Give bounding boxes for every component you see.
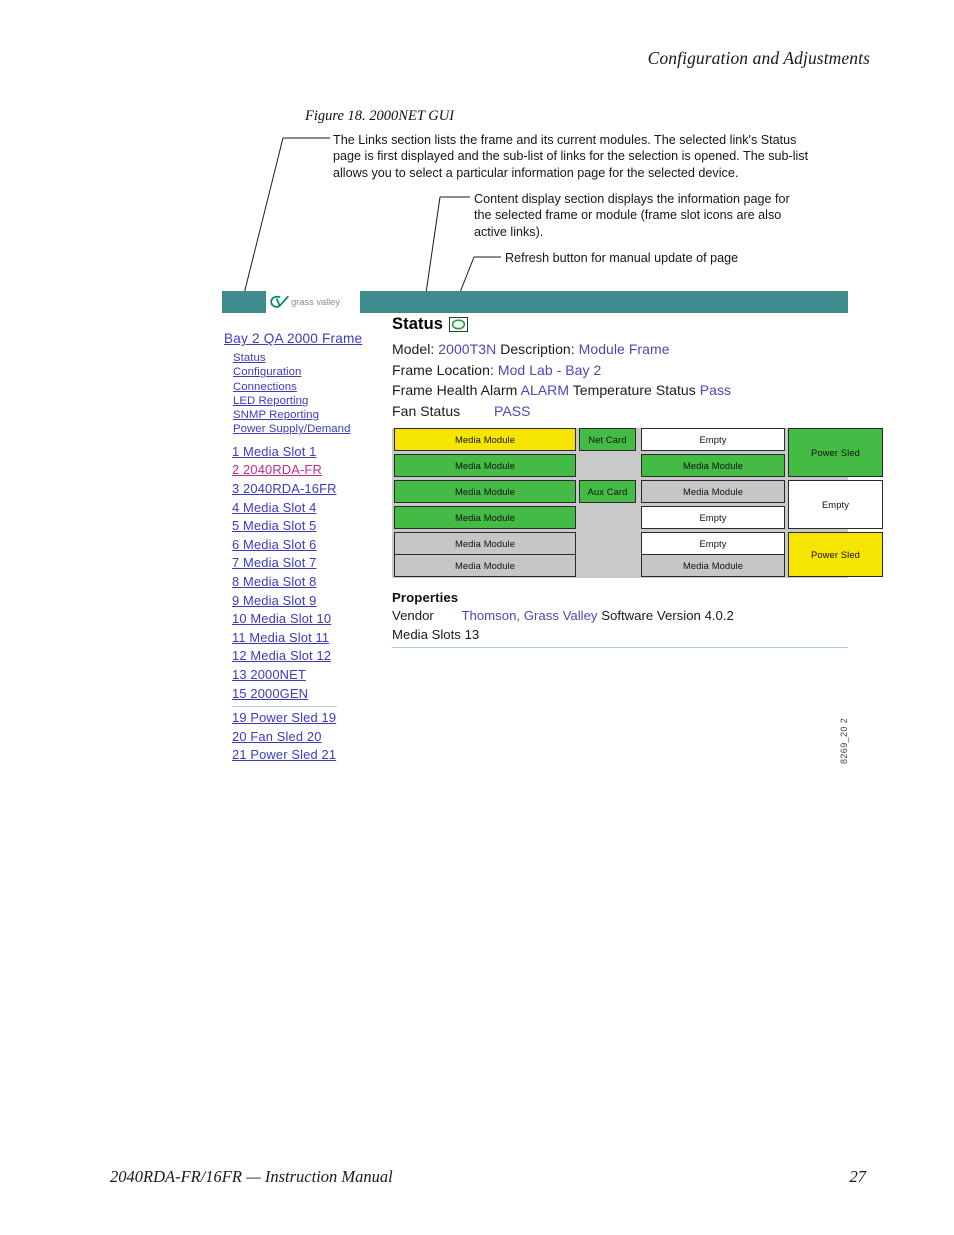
links-divider	[232, 706, 337, 708]
temperature-value: Pass	[699, 382, 732, 398]
link-led-reporting[interactable]: LED Reporting	[233, 394, 392, 408]
slot-right-2[interactable]: Media Module	[641, 454, 785, 477]
temperature-label: Temperature Status	[572, 382, 696, 398]
media-slots-label: Media Slots	[392, 626, 461, 642]
vendor-value: Thomson, Grass Valley	[461, 608, 598, 623]
link-power-sled-21[interactable]: 21 Power Sled 21	[232, 746, 392, 765]
vendor-line: Vendor Thomson, Grass Valley Software Ve…	[392, 607, 848, 626]
status-heading-row: Status	[392, 315, 848, 334]
running-head: Configuration and Adjustments	[647, 48, 870, 68]
callout-links-description: The Links section lists the frame and it…	[333, 133, 809, 180]
refresh-icon[interactable]	[449, 317, 469, 332]
frame-health-label: Frame Health Alarm	[392, 382, 518, 398]
grass-valley-logo: grass valley	[266, 291, 360, 313]
link-slot-10[interactable]: 10 Media Slot 10	[232, 610, 392, 629]
grass-valley-wordmark: grass valley	[291, 296, 340, 308]
footer-page-number: 27	[849, 1167, 867, 1186]
link-slot-12[interactable]: 12 Media Slot 12	[232, 647, 392, 666]
fan-status-line: Fan Status PASS	[392, 401, 848, 422]
model-label: Model:	[392, 341, 435, 357]
status-heading-label: Status	[392, 315, 444, 333]
link-slot-7[interactable]: 7 Media Slot 7	[232, 554, 392, 573]
description-value: Module Frame	[578, 341, 670, 357]
frame-location-line: Frame Location: Mod Lab - Bay 2	[392, 360, 848, 381]
slot-right-5[interactable]: Empty	[641, 532, 785, 555]
slot-aux-card[interactable]: Aux Card	[579, 480, 636, 503]
media-slots-value: 13	[464, 626, 480, 642]
slot-right-4[interactable]: Empty	[641, 506, 785, 529]
content-display-section: Status Model: 2000T3N Description: Modul…	[392, 315, 883, 644]
footer-manual-title: 2040RDA-FR/16FR — Instruction Manual	[110, 1167, 393, 1186]
properties-divider	[392, 647, 848, 648]
callout-content-description: Content display section displays the inf…	[474, 192, 790, 239]
software-version-value: 4.0.2	[704, 608, 734, 623]
vendor-label: Vendor	[392, 608, 434, 623]
slot-power-sled-bottom[interactable]: Power Sled	[788, 532, 883, 577]
slot-left-3[interactable]: Media Module	[394, 480, 576, 503]
slot-left-4[interactable]: Media Module	[394, 506, 576, 529]
description-label: Description:	[500, 341, 575, 357]
gui-screenshot-figure: grass valley Bay 2 QA 2000 Frame Status …	[222, 291, 883, 762]
link-slot-9[interactable]: 9 Media Slot 9	[232, 592, 392, 611]
link-slot-4[interactable]: 4 Media Slot 4	[232, 499, 392, 518]
slot-left-2[interactable]: Media Module	[394, 454, 576, 477]
frame-health-value: ALARM	[520, 382, 570, 398]
link-slot-1[interactable]: 1 Media Slot 1	[232, 443, 392, 462]
link-snmp-reporting[interactable]: SNMP Reporting	[233, 408, 392, 422]
figure-id-vertical: 8269_20 2	[839, 717, 849, 764]
fan-status-label: Fan Status	[392, 402, 461, 419]
slot-sled-empty-middle[interactable]: Empty	[788, 480, 883, 529]
slot-net-card[interactable]: Net Card	[579, 428, 636, 451]
gui-banner: grass valley	[222, 291, 848, 313]
link-slot-8[interactable]: 8 Media Slot 8	[232, 573, 392, 592]
properties-section: Properties Vendor Thomson, Grass Valley …	[392, 590, 848, 644]
link-power-supply-demand[interactable]: Power Supply/Demand	[233, 422, 392, 436]
slot-left-6[interactable]: Media Module	[394, 554, 576, 577]
links-section: Bay 2 QA 2000 Frame Status Configuration…	[224, 331, 392, 765]
frame-slot-grid: Media Module Media Module Media Module M…	[392, 428, 883, 578]
link-power-sled-19[interactable]: 19 Power Sled 19	[232, 709, 392, 728]
link-slot-11[interactable]: 11 Media Slot 11	[232, 629, 392, 648]
frame-location-label: Frame Location:	[392, 361, 494, 378]
link-configuration[interactable]: Configuration	[233, 365, 392, 379]
slot-left-1[interactable]: Media Module	[394, 428, 576, 451]
link-slot-15-2000gen[interactable]: 15 2000GEN	[232, 685, 392, 704]
properties-title: Properties	[392, 590, 459, 605]
link-slot-5[interactable]: 5 Media Slot 5	[232, 517, 392, 536]
media-slots-line: Media Slots 13	[392, 626, 848, 645]
frame-health-line: Frame Health Alarm ALARM Temperature Sta…	[392, 380, 848, 401]
model-value: 2000T3N	[438, 341, 497, 357]
slot-right-3[interactable]: Media Module	[641, 480, 785, 503]
link-slot-13-2000net[interactable]: 13 2000NET	[232, 666, 392, 685]
link-slot-6[interactable]: 6 Media Slot 6	[232, 536, 392, 555]
link-fan-sled-20[interactable]: 20 Fan Sled 20	[232, 728, 392, 747]
frame-location-value: Mod Lab - Bay 2	[497, 361, 602, 378]
link-connections[interactable]: Connections	[233, 380, 392, 394]
slot-right-6[interactable]: Media Module	[641, 554, 785, 577]
model-line: Model: 2000T3N Description: Module Frame	[392, 339, 848, 360]
link-slot-3[interactable]: 3 2040RDA-16FR	[232, 480, 392, 499]
fan-status-value: PASS	[494, 402, 531, 419]
software-version-label: Software Version	[601, 608, 701, 623]
slot-right-1[interactable]: Empty	[641, 428, 785, 451]
link-status[interactable]: Status	[233, 351, 392, 365]
link-slot-2[interactable]: 2 2040RDA-FR	[232, 461, 392, 480]
callout-refresh-description: Refresh button for manual update of page	[505, 251, 739, 265]
slot-left-5[interactable]: Media Module	[394, 532, 576, 555]
gv-logo-icon	[270, 295, 289, 308]
slot-power-sled-top[interactable]: Power Sled	[788, 428, 883, 477]
figure-caption: Figure 18. 2000NET GUI	[305, 108, 455, 124]
link-frame-root[interactable]: Bay 2 QA 2000 Frame	[224, 331, 392, 346]
